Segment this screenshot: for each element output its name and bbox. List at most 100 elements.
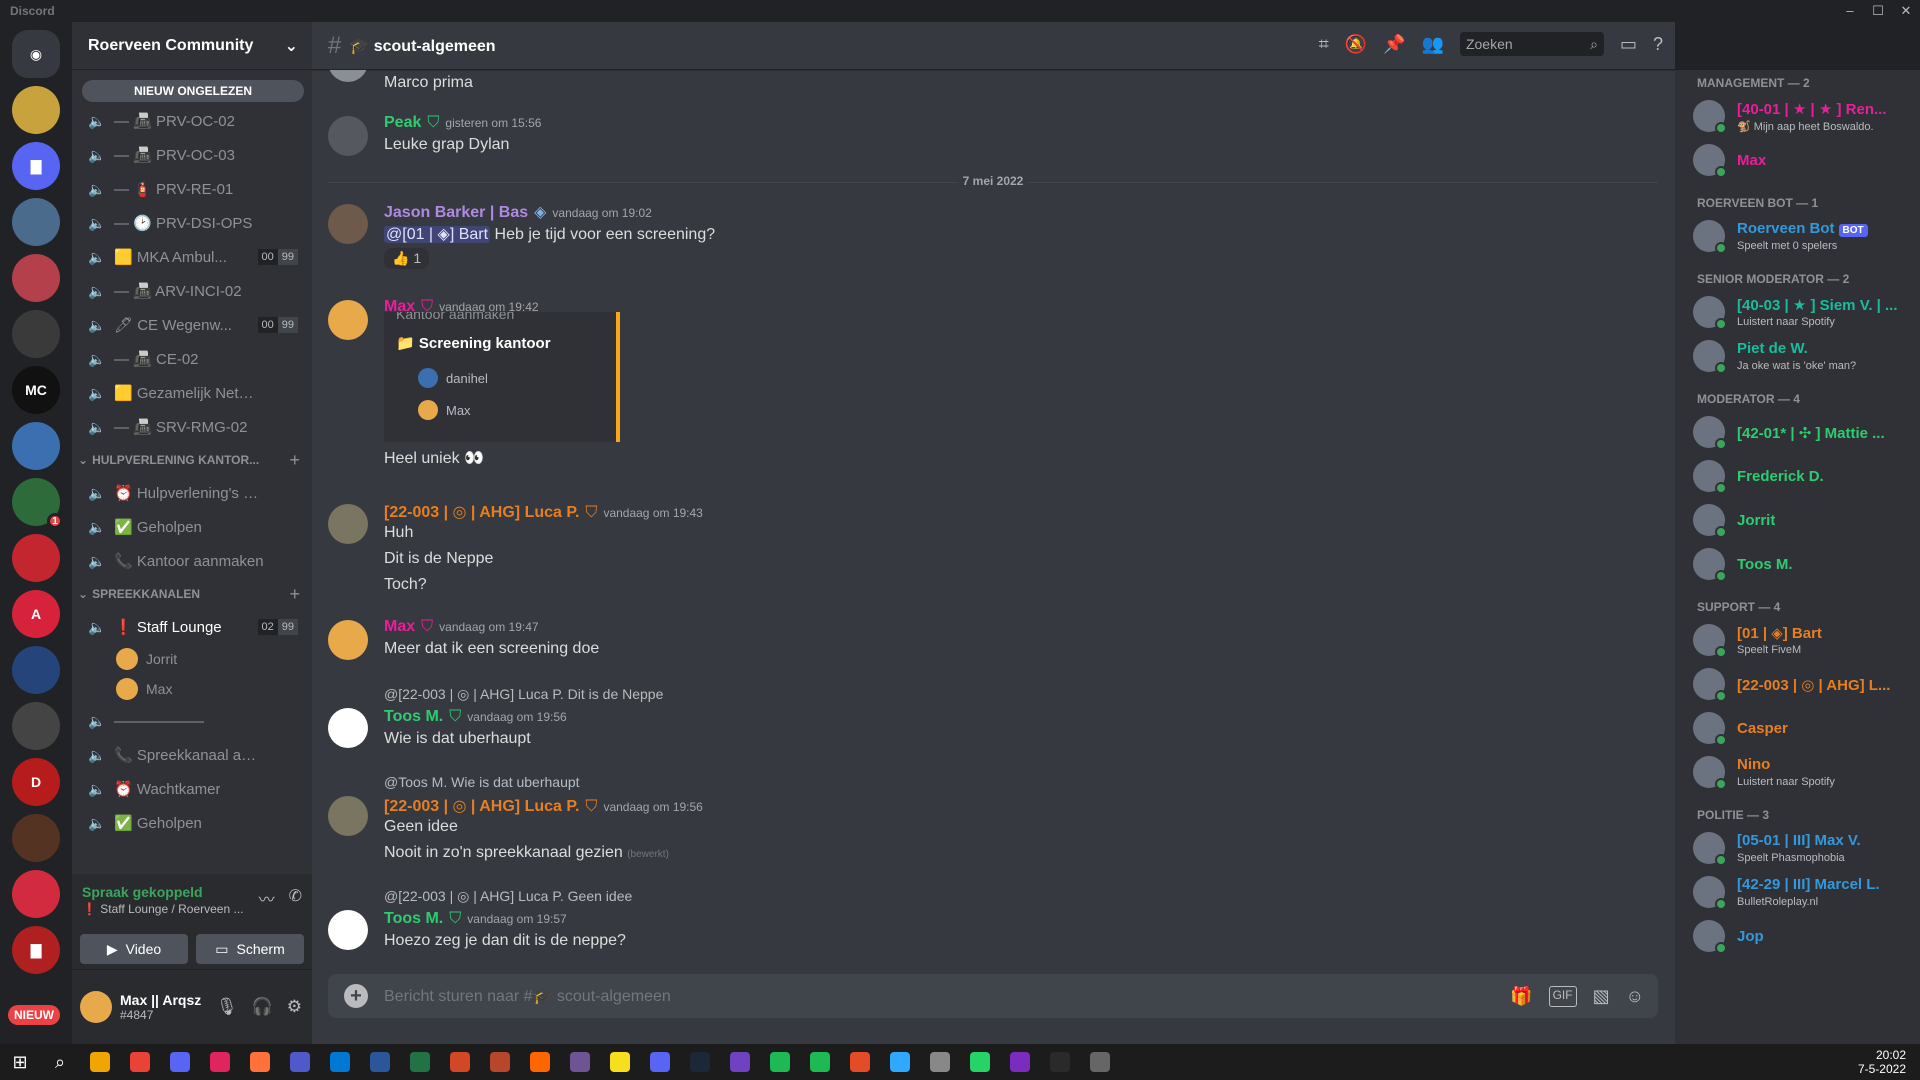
server-icon[interactable] <box>12 646 60 694</box>
server-icon[interactable]: ▇ <box>12 142 60 190</box>
voice-channel[interactable]: 🔈 🟨 Gezamelijk Netwerk <box>72 376 312 410</box>
voice-channel[interactable]: 🔈 ⏰ Hulpverlening's Wa... <box>72 476 312 510</box>
add-channel-icon[interactable]: + <box>289 450 300 471</box>
voice-user[interactable]: Jorrit <box>72 644 312 674</box>
voice-channel[interactable]: 🔈 🟨 MKA Ambul... 00 99 <box>72 240 312 274</box>
member-item[interactable]: Max <box>1693 140 1915 182</box>
voice-channel-path[interactable]: ❗ Staff Lounge / Roerveen ... <box>82 902 243 916</box>
channel-category[interactable]: ⌄ HULPVERLENING KANTOR... + <box>72 444 312 476</box>
video-button[interactable]: ▶ Video <box>80 934 188 964</box>
taskbar-app-icon[interactable] <box>280 1044 320 1080</box>
voice-channel[interactable]: 🔈 📞 Kantoor aanmaken <box>72 544 312 578</box>
member-item[interactable]: Roerveen Bot BOT Speelt met 0 spelers <box>1693 216 1915 258</box>
gift-icon[interactable]: 🎁 <box>1510 986 1532 1007</box>
server-icon[interactable] <box>12 198 60 246</box>
taskbar-app-icon[interactable] <box>360 1044 400 1080</box>
server-icon[interactable] <box>12 422 60 470</box>
voice-channel[interactable]: 🔈 — 📠 PRV-OC-03 <box>72 138 312 172</box>
inbox-icon[interactable]: ▭ <box>1620 34 1637 55</box>
gear-icon[interactable]: ⚙ <box>287 997 302 1017</box>
noise-suppression-icon[interactable]: 〰 <box>259 886 275 910</box>
taskbar-app-icon[interactable] <box>880 1044 920 1080</box>
member-item[interactable]: [40-03 | ★ ] Siem V. | ... Luistert naar … <box>1693 292 1915 334</box>
message-composer[interactable]: + Bericht sturen naar #🎓 scout-algemeen … <box>328 974 1658 1018</box>
notifications-muted-icon[interactable]: 🔕 <box>1345 34 1367 55</box>
taskbar-app-icon[interactable] <box>400 1044 440 1080</box>
taskbar-app-icon[interactable] <box>560 1044 600 1080</box>
avatar[interactable] <box>328 300 368 340</box>
server-icon[interactable] <box>12 86 60 134</box>
server-icon[interactable]: MC <box>12 366 60 414</box>
server-icon[interactable] <box>12 702 60 750</box>
taskbar-app-icon[interactable] <box>240 1044 280 1080</box>
screen-share-button[interactable]: ▭ Scherm <box>196 934 304 964</box>
member-item[interactable]: [42-29 | III] Marcel L. BulletRoleplay.nl <box>1693 872 1915 914</box>
avatar[interactable] <box>328 504 368 544</box>
taskbar-app-icon[interactable] <box>680 1044 720 1080</box>
pin-icon[interactable]: 📌 <box>1383 34 1405 55</box>
add-attachment-icon[interactable]: + <box>344 984 368 1008</box>
reaction[interactable]: 👍 1 <box>384 248 430 269</box>
message-author[interactable]: Jason Barker | Bas <box>384 204 528 222</box>
message-author[interactable]: [22-003 | ◎ | AHG] Luca P. <box>384 796 579 816</box>
member-item[interactable]: Jop <box>1693 916 1915 958</box>
taskbar-app-icon[interactable] <box>600 1044 640 1080</box>
server-icon[interactable]: 1 <box>12 478 63 529</box>
taskbar-app-icon[interactable] <box>200 1044 240 1080</box>
search-button[interactable]: ⌕ <box>40 1044 80 1080</box>
help-icon[interactable]: ? <box>1653 34 1663 55</box>
avatar[interactable] <box>328 708 368 748</box>
taskbar-app-icon[interactable] <box>840 1044 880 1080</box>
avatar[interactable] <box>328 70 368 82</box>
voice-channel[interactable]: 🔈 ✅ Geholpen <box>72 806 312 840</box>
channel-category[interactable]: ⌄ SPREEKKANALEN + <box>72 578 312 610</box>
taskbar-app-icon[interactable] <box>1080 1044 1120 1080</box>
server-icon[interactable]: A <box>12 590 60 638</box>
headphones-icon[interactable]: 🎧 <box>252 997 273 1017</box>
member-item[interactable]: Jorrit <box>1693 500 1915 542</box>
server-icon[interactable]: ▇ <box>12 926 60 974</box>
server-icon[interactable] <box>12 310 60 358</box>
voice-channel[interactable]: 🔈 — 🕑 PRV-DSI-OPS <box>72 206 312 240</box>
reply-reference[interactable]: @[22-003 | ◎ | AHG] Luca P. Dit is de Ne… <box>384 686 663 703</box>
voice-channel[interactable]: 🔈 🖊 CE Wegenw... 00 99 <box>72 308 312 342</box>
avatar[interactable] <box>328 620 368 660</box>
system-clock[interactable]: 20:02 7-5-2022 <box>1858 1048 1906 1076</box>
gif-icon[interactable]: GIF <box>1548 985 1577 1007</box>
message-author[interactable]: Peak <box>384 114 421 132</box>
message-author[interactable]: Max <box>384 618 415 636</box>
message-author[interactable]: Toos M. <box>384 708 443 726</box>
taskbar-app-icon[interactable] <box>800 1044 840 1080</box>
minimize-button[interactable]: – <box>1836 3 1864 19</box>
threads-icon[interactable]: ⌗ <box>1319 34 1329 55</box>
server-icon[interactable] <box>12 814 60 862</box>
disconnect-icon[interactable]: ✆ <box>289 886 302 910</box>
members-icon[interactable]: 👥 <box>1422 34 1444 55</box>
voice-channel[interactable]: 🔈 ✅ Geholpen <box>72 510 312 544</box>
search-input[interactable]: Zoeken ⌕ <box>1459 32 1604 56</box>
voice-channel[interactable]: 🔈 — 📠 CE-02 <box>72 342 312 376</box>
sticker-icon[interactable]: ▧ <box>1593 986 1610 1007</box>
voice-channel[interactable]: 🔈 — 📠 SRV-RMG-02 <box>72 410 312 444</box>
user-mention[interactable]: @[01 | ◈] Bart <box>384 226 491 243</box>
avatar[interactable] <box>80 991 112 1023</box>
avatar[interactable] <box>328 796 368 836</box>
member-item[interactable]: Toos M. <box>1693 544 1915 586</box>
taskbar-app-icon[interactable] <box>480 1044 520 1080</box>
close-button[interactable]: ✕ <box>1892 3 1920 19</box>
taskbar-app-icon[interactable] <box>760 1044 800 1080</box>
taskbar-app-icon[interactable] <box>920 1044 960 1080</box>
server-icon[interactable] <box>12 534 60 582</box>
new-unread-pill[interactable]: NIEUW ONGELEZEN <box>82 80 304 102</box>
voice-channel[interactable]: 🔈 — 📠 PRV-OC-02 <box>72 104 312 138</box>
member-item[interactable]: [05-01 | III] Max V. Speelt Phasmophobia <box>1693 828 1915 870</box>
voice-channel[interactable]: 🔈 📞 Spreekkanaal aanm... <box>72 738 312 772</box>
server-icon[interactable] <box>12 870 60 918</box>
new-servers-badge[interactable]: NIEUW <box>8 1005 60 1025</box>
add-channel-icon[interactable]: + <box>289 584 300 605</box>
start-button[interactable]: ⊞ <box>0 1044 40 1080</box>
voice-channel[interactable]: 🔈 ⏰ Wachtkamer <box>72 772 312 806</box>
voice-channel[interactable]: 🔈 — 🧯 PRV-RE-01 <box>72 172 312 206</box>
member-item[interactable]: [22-003 | ◎ | AHG] L... <box>1693 664 1915 706</box>
taskbar-app-icon[interactable] <box>640 1044 680 1080</box>
